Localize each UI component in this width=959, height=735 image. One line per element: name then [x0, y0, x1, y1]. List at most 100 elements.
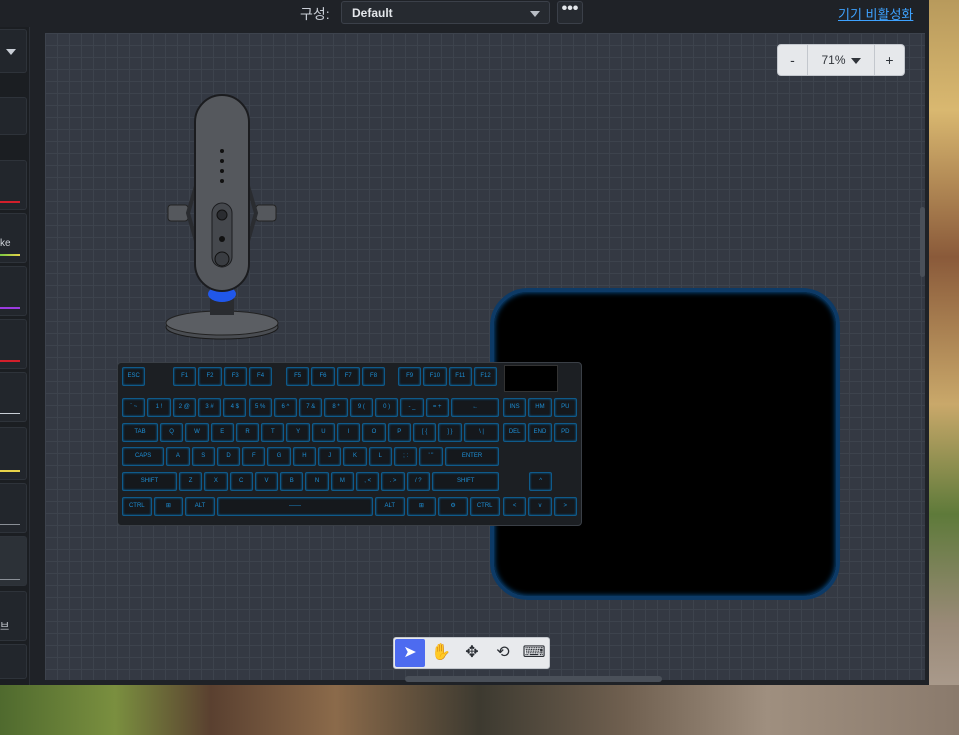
- key[interactable]: , <: [356, 472, 380, 491]
- key[interactable]: ` ~: [122, 398, 146, 417]
- key[interactable]: J: [318, 447, 342, 466]
- sidebar-item-selected[interactable]: [0, 536, 27, 586]
- key[interactable]: K: [343, 447, 367, 466]
- key[interactable]: \ |: [463, 423, 500, 442]
- key[interactable]: 6 ^: [273, 398, 298, 417]
- key[interactable]: H: [292, 447, 317, 466]
- key[interactable]: M: [330, 472, 355, 491]
- key[interactable]: 3 #: [197, 398, 222, 417]
- key[interactable]: v: [528, 497, 552, 516]
- key[interactable]: T: [261, 423, 285, 442]
- key[interactable]: C: [229, 472, 253, 491]
- key[interactable]: SHIFT: [431, 472, 500, 491]
- key[interactable]: >: [553, 497, 577, 516]
- key[interactable]: I: [337, 423, 361, 442]
- sidebar-item[interactable]: [0, 160, 27, 210]
- key[interactable]: ESC: [122, 367, 146, 386]
- key[interactable]: N: [305, 472, 329, 491]
- config-dropdown[interactable]: Default: [341, 1, 550, 24]
- key[interactable]: Q: [159, 423, 184, 442]
- key[interactable]: TAB: [122, 423, 158, 442]
- key[interactable]: F: [242, 447, 266, 466]
- key[interactable]: F4: [248, 367, 273, 386]
- key[interactable]: F7: [336, 367, 360, 386]
- key[interactable]: Y: [286, 423, 310, 442]
- key[interactable]: PU: [553, 398, 577, 417]
- device-canvas[interactable]: ESC F1 F2 F3 F4 F5 F6 F7 F8 F9 F10 F11 F12 ` ~1 ! 2 @3…: [45, 33, 925, 680]
- key[interactable]: ←: [450, 398, 500, 417]
- key[interactable]: - _: [400, 398, 424, 417]
- key[interactable]: [ {: [412, 423, 437, 442]
- key[interactable]: V: [254, 472, 279, 491]
- sidebar-item[interactable]: [0, 483, 27, 533]
- key[interactable]: F12: [473, 367, 498, 386]
- cursor-icon[interactable]: ➤: [395, 639, 425, 667]
- key[interactable]: F5: [286, 367, 310, 386]
- keyboard-device[interactable]: ESC F1 F2 F3 F4 F5 F6 F7 F8 F9 F10 F11 F12 ` ~1 ! 2 @3…: [117, 362, 582, 526]
- key[interactable]: F8: [361, 367, 386, 386]
- key[interactable]: B: [280, 472, 304, 491]
- key[interactable]: F3: [223, 367, 247, 386]
- vertical-scrollbar[interactable]: [920, 207, 925, 277]
- horizontal-scrollbar[interactable]: [405, 676, 662, 682]
- more-options-button[interactable]: •••: [557, 1, 583, 24]
- key[interactable]: 9 (: [349, 398, 373, 417]
- key[interactable]: Z: [178, 472, 203, 491]
- key[interactable]: F6: [311, 367, 335, 386]
- key[interactable]: R: [235, 423, 260, 442]
- key[interactable]: F9: [398, 367, 422, 386]
- key[interactable]: = +: [425, 398, 449, 417]
- key[interactable]: / ?: [406, 472, 430, 491]
- zoom-in-button[interactable]: +: [874, 45, 904, 75]
- key[interactable]: . >: [381, 472, 405, 491]
- key[interactable]: ; :: [393, 447, 418, 466]
- sidebar-item[interactable]: [0, 97, 27, 135]
- sidebar-dropdown[interactable]: [0, 29, 27, 73]
- key[interactable]: 0 ): [375, 398, 399, 417]
- key[interactable]: W: [185, 423, 209, 442]
- sidebar-item[interactable]: ke: [0, 213, 27, 263]
- disable-device-link[interactable]: 기기 비활성화: [838, 4, 913, 23]
- key[interactable]: F10: [423, 367, 447, 386]
- key[interactable]: L: [368, 447, 392, 466]
- key[interactable]: ^: [529, 472, 553, 491]
- key[interactable]: P: [387, 423, 411, 442]
- key[interactable]: DEL: [503, 423, 527, 442]
- key[interactable]: 8 *: [324, 398, 348, 417]
- key[interactable]: ALT: [375, 497, 405, 516]
- key[interactable]: ——: [216, 497, 373, 516]
- key[interactable]: HM: [528, 398, 552, 417]
- key[interactable]: INS: [503, 398, 527, 417]
- key[interactable]: D: [216, 447, 241, 466]
- key[interactable]: ⚙: [438, 497, 468, 516]
- sidebar-item[interactable]: 브: [0, 591, 27, 641]
- keyboard-icon[interactable]: ⌨: [519, 639, 549, 667]
- sidebar-item[interactable]: [0, 427, 27, 480]
- zoom-level-dropdown[interactable]: 71%: [808, 45, 874, 75]
- rotate-icon[interactable]: ⟲: [488, 639, 518, 667]
- key[interactable]: 2 @: [172, 398, 196, 417]
- key[interactable]: 4 $: [223, 398, 247, 417]
- key[interactable]: E: [210, 423, 234, 442]
- key[interactable]: CTRL: [122, 497, 152, 516]
- key[interactable]: CTRL: [469, 497, 500, 516]
- key[interactable]: ] }: [438, 423, 462, 442]
- sidebar-item[interactable]: [0, 266, 27, 316]
- key[interactable]: X: [204, 472, 228, 491]
- key[interactable]: PD: [553, 423, 577, 442]
- sidebar-item[interactable]: [0, 319, 27, 369]
- key[interactable]: A: [166, 447, 190, 466]
- key[interactable]: ALT: [185, 497, 215, 516]
- zoom-out-button[interactable]: -: [778, 45, 808, 75]
- microphone-icon[interactable]: [160, 91, 285, 343]
- key[interactable]: U: [311, 423, 336, 442]
- key[interactable]: 7 &: [299, 398, 323, 417]
- sidebar-item[interactable]: [0, 372, 27, 422]
- key[interactable]: O: [362, 423, 386, 442]
- key[interactable]: F1: [173, 367, 197, 386]
- key[interactable]: G: [267, 447, 291, 466]
- key[interactable]: ENTER: [444, 447, 500, 466]
- key[interactable]: F2: [198, 367, 222, 386]
- key[interactable]: 1 !: [147, 398, 171, 417]
- key[interactable]: 5 %: [248, 398, 272, 417]
